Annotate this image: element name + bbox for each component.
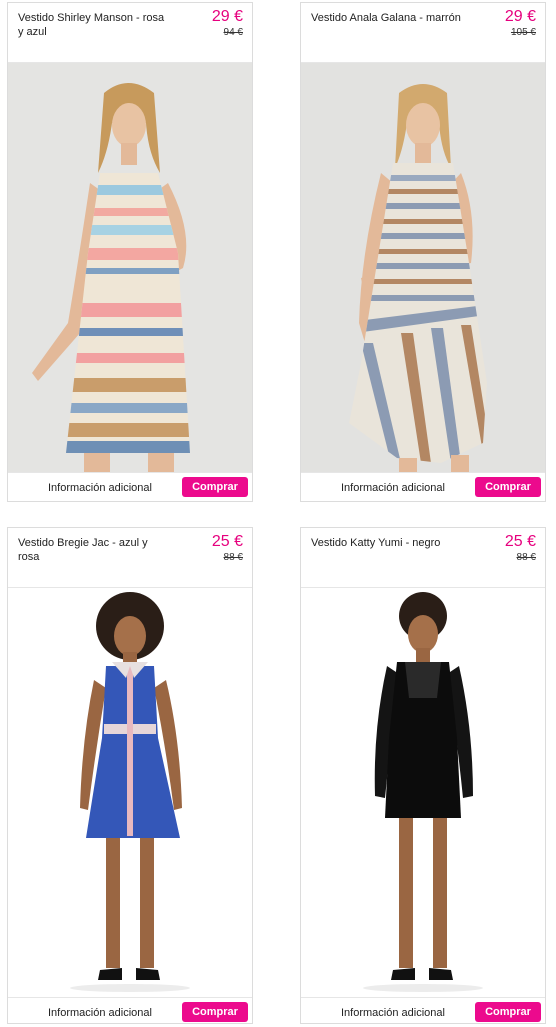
more-info-link[interactable]: Información adicional [341, 481, 445, 495]
product-card-header: Vestido Katty Yumi - negro 25 € 88 € [301, 528, 545, 588]
product-card: Vestido Shirley Manson - rosa y azul 29 … [7, 2, 253, 502]
product-card-footer: Información adicional Comprar [8, 997, 252, 1027]
more-info-link[interactable]: Información adicional [48, 481, 152, 495]
product-card-footer: Información adicional Comprar [301, 997, 545, 1027]
product-price: 29 € [211, 8, 243, 25]
product-price: 29 € [504, 8, 536, 25]
product-old-price: 105 € [510, 27, 536, 38]
product-image[interactable] [8, 588, 252, 997]
product-card: Vestido Bregie Jac - azul y rosa 25 € 88… [7, 527, 253, 1024]
more-info-link[interactable]: Información adicional [341, 1006, 445, 1020]
product-title[interactable]: Vestido Anala Galana - marrón [311, 11, 461, 25]
buy-button[interactable]: Comprar [475, 1002, 541, 1022]
product-price: 25 € [504, 533, 536, 550]
product-card-footer: Información adicional Comprar [301, 472, 545, 502]
product-old-price: 94 € [223, 27, 243, 38]
product-image[interactable] [8, 63, 252, 472]
product-card: Vestido Katty Yumi - negro 25 € 88 € Inf… [300, 527, 546, 1024]
buy-button[interactable]: Comprar [475, 477, 541, 497]
product-card: Vestido Anala Galana - marrón 29 € 105 € [300, 2, 546, 502]
product-card-footer: Información adicional Comprar [8, 472, 252, 502]
buy-button[interactable]: Comprar [182, 1002, 248, 1022]
product-image[interactable] [301, 588, 545, 997]
product-card-header: Vestido Shirley Manson - rosa y azul 29 … [8, 3, 252, 63]
product-card-header: Vestido Bregie Jac - azul y rosa 25 € 88… [8, 528, 252, 588]
more-info-link[interactable]: Información adicional [48, 1006, 152, 1020]
product-title[interactable]: Vestido Katty Yumi - negro [311, 536, 461, 550]
product-card-header: Vestido Anala Galana - marrón 29 € 105 € [301, 3, 545, 63]
product-old-price: 88 € [223, 552, 243, 563]
product-title[interactable]: Vestido Bregie Jac - azul y rosa [18, 536, 168, 564]
product-title[interactable]: Vestido Shirley Manson - rosa y azul [18, 11, 168, 39]
buy-button[interactable]: Comprar [182, 477, 248, 497]
product-old-price: 88 € [516, 552, 536, 563]
product-image[interactable] [301, 63, 545, 472]
product-price: 25 € [211, 533, 243, 550]
